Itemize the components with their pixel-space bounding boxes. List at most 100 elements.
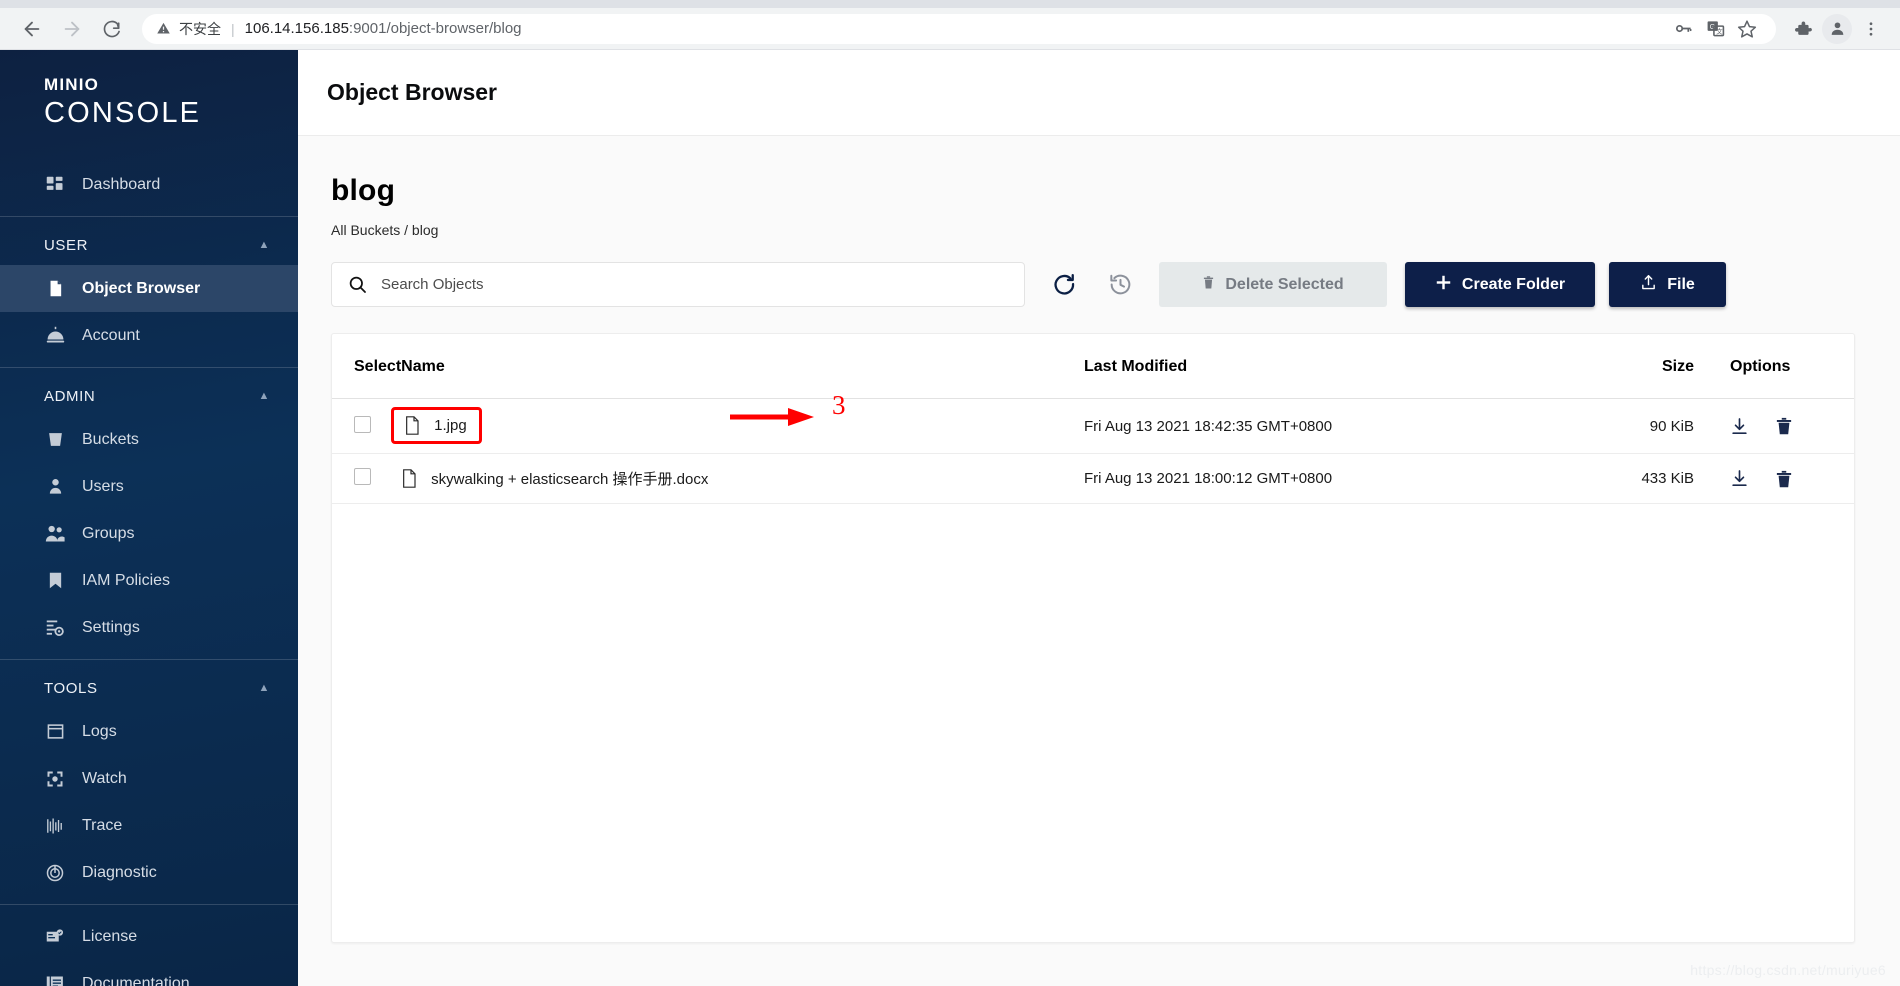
sidebar-item-label: Trace [82,816,123,834]
file-icon [404,416,420,435]
url-host: 106.14.156.185 [244,20,349,37]
sidebar-divider [0,367,298,369]
row-name-cell: 1.jpg [391,398,1084,454]
diagnostic-pulse-icon [44,862,66,884]
column-header-select: Select [332,334,402,399]
sidebar-item-label: Diagnostic [82,863,157,881]
sidebar: MINIO CONSOLE Dashboard USER ▲ Object Br… [0,50,298,986]
sidebar-group-label: USER [44,236,89,254]
reload-button[interactable] [94,11,130,47]
sidebar-group-tools[interactable]: TOOLS ▲ [0,668,298,708]
breadcrumb[interactable]: All Buckets / blog [331,222,1855,238]
table-row[interactable]: 1.jpg Fri Aug 13 2021 18:42:35 GMT+0800 … [332,398,1854,454]
not-secure-warning-icon [156,21,171,36]
upload-file-label: File [1667,275,1695,293]
sidebar-divider [0,216,298,218]
plus-icon [1435,274,1452,296]
sidebar-item-documentation[interactable]: Documentation [0,960,298,986]
sidebar-group-admin[interactable]: ADMIN ▲ [0,376,298,416]
delete-selected-button[interactable]: Delete Selected [1159,262,1387,307]
sidebar-item-license[interactable]: License [0,913,298,960]
delete-icon[interactable] [1775,470,1793,488]
chrome-menu-icon[interactable] [1856,14,1886,44]
column-header-last-modified: Last Modified [1084,334,1544,399]
objects-table: Select Name Last Modified Size Options 1… [332,334,1854,504]
logo-console-text: CONSOLE [44,97,202,129]
sidebar-item-object-browser[interactable]: Object Browser [0,265,298,313]
security-status-label: 不安全 [179,20,221,37]
sidebar-item-label: Object Browser [82,279,201,297]
sidebar-item-users[interactable]: Users [0,463,298,510]
object-name[interactable]: skywalking + elasticsearch 操作手册.docx [431,468,708,489]
search-input[interactable] [381,276,1008,293]
back-button[interactable] [14,11,50,47]
omnibox-separator: | [231,20,235,37]
create-folder-button[interactable]: Create Folder [1405,262,1595,307]
svg-text:文: 文 [1716,27,1723,36]
upload-file-button[interactable]: File [1609,262,1726,307]
name-cell: skywalking + elasticsearch 操作手册.docx [401,468,1084,489]
content-area: blog All Buckets / blog Search Objects D… [298,136,1900,986]
table-header-row: Select Name Last Modified Size Options [332,334,1854,399]
row-last-modified: Fri Aug 13 2021 18:42:35 GMT+0800 [1084,398,1544,454]
chevron-up-icon: ▲ [258,390,270,403]
table-head: Select Name Last Modified Size Options [332,334,1854,399]
sidebar-item-account[interactable]: Account [0,312,298,359]
row-options-cell [1694,453,1854,504]
delete-selected-label: Delete Selected [1225,275,1344,293]
sidebar-item-diagnostic[interactable]: Diagnostic [0,849,298,896]
minio-console-logo[interactable]: MINIO CONSOLE [0,50,298,161]
bookmark-icon [44,570,66,592]
page-header: Object Browser [298,50,1900,136]
sidebar-group-label: ADMIN [44,387,96,405]
user-icon [44,476,66,498]
sidebar-group-user[interactable]: USER ▲ [0,225,298,265]
sidebar-item-buckets[interactable]: Buckets [0,416,298,463]
object-name[interactable]: 1.jpg [434,417,467,434]
forward-button[interactable] [54,11,90,47]
row-last-modified: Fri Aug 13 2021 18:00:12 GMT+0800 [1084,453,1544,504]
row-checkbox[interactable] [354,468,371,485]
sidebar-item-label: Account [82,326,140,344]
bookmark-star-icon[interactable] [1732,14,1762,44]
sidebar-item-dashboard[interactable]: Dashboard [0,161,298,208]
address-bar[interactable]: 不安全 | 106.14.156.185:9001/object-browser… [142,13,1776,44]
sidebar-item-iam-policies[interactable]: IAM Policies [0,557,298,604]
column-header-name: Name [401,334,1084,399]
row-size: 433 KiB [1544,453,1694,504]
file-icon [401,469,417,488]
sidebar-item-watch[interactable]: Watch [0,755,298,802]
delete-icon[interactable] [1775,417,1793,435]
sidebar-item-label: Dashboard [82,175,161,193]
row-name-cell: skywalking + elasticsearch 操作手册.docx [401,453,1084,504]
watch-target-icon [44,768,66,790]
row-checkbox[interactable] [354,415,371,433]
extensions-puzzle-icon[interactable] [1788,14,1818,44]
bucket-name-heading: blog [331,174,396,207]
table-row[interactable]: skywalking + elasticsearch 操作手册.docx Fri… [332,453,1854,504]
url-path: :9001/object-browser/blog [348,20,522,37]
browser-tab-strip [0,0,1900,8]
sidebar-divider [0,659,298,661]
search-objects-box[interactable] [331,262,1025,307]
sidebar-item-label: Settings [82,618,140,636]
users-group-icon [44,523,66,545]
sidebar-item-trace[interactable]: Trace [0,802,298,849]
password-key-icon[interactable] [1668,14,1698,44]
bucket-icon [44,429,66,451]
sidebar-item-label: Buckets [82,430,139,448]
sidebar-item-settings[interactable]: Settings [0,604,298,651]
download-icon[interactable] [1730,469,1749,488]
row-size: 90 KiB [1544,398,1694,454]
sidebar-item-groups[interactable]: Groups [0,510,298,557]
translate-icon[interactable]: G文 [1700,14,1730,44]
sidebar-item-label: License [82,927,138,945]
sidebar-group-label: TOOLS [44,679,98,697]
trash-icon [1202,275,1215,295]
download-icon[interactable] [1730,417,1749,436]
omnibox-actions: G文 [1668,14,1762,44]
profile-avatar-icon[interactable] [1822,13,1852,44]
sidebar-item-logs[interactable]: Logs [0,708,298,755]
version-history-button[interactable] [1095,262,1145,307]
refresh-button[interactable] [1039,262,1089,307]
